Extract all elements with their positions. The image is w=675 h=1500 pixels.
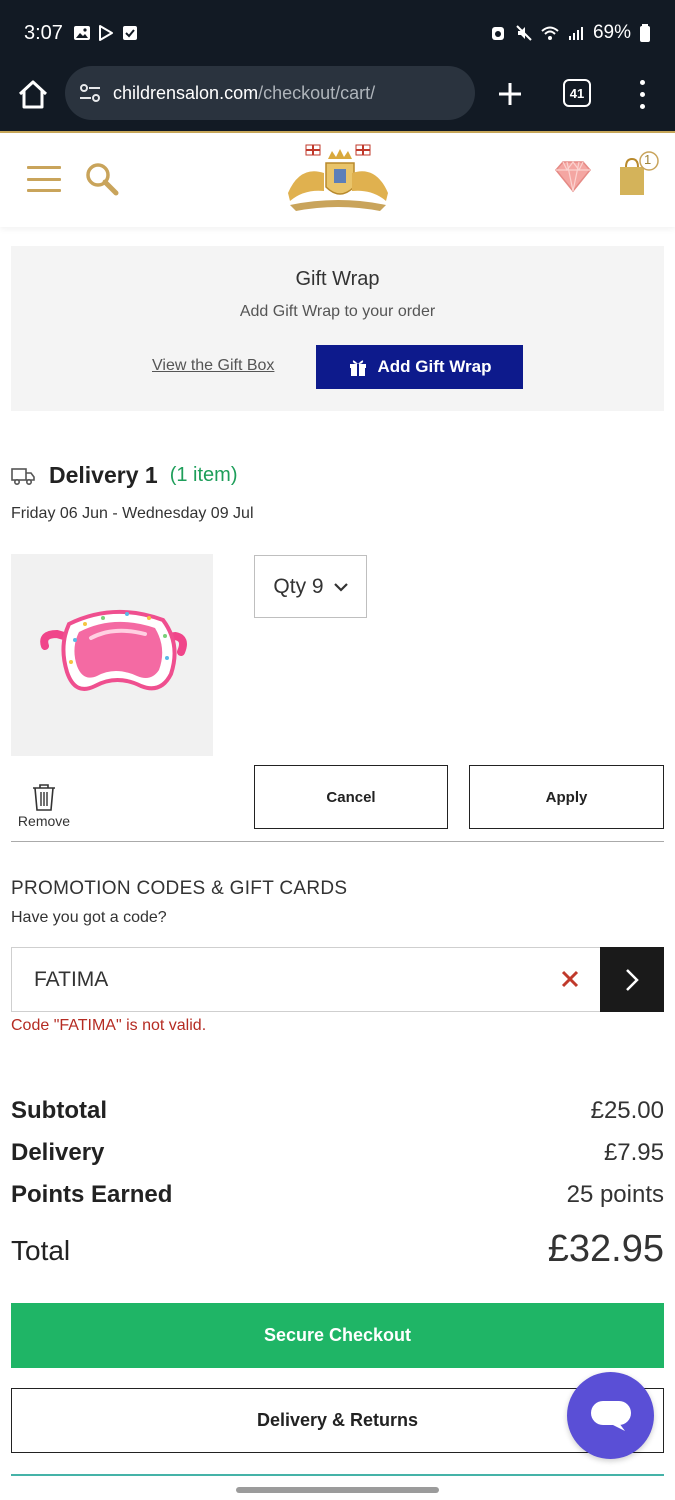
menu-icon[interactable] [27,166,61,192]
wifi-icon [541,26,559,40]
remove-label: Remove [17,813,71,829]
apply-button[interactable]: Apply [469,765,664,829]
signal-icon [568,27,583,40]
gallery-icon [73,26,90,40]
battery-icon [640,24,650,42]
bag-count-badge: 1 [644,152,652,167]
total-value: £32.95 [547,1228,664,1270]
product-image[interactable] [11,554,213,756]
subtotal-label: Subtotal [11,1097,107,1124]
promo-subtitle: Have you got a code? [11,909,167,926]
delivery-header: Delivery 1 (1 item) [11,462,238,489]
submit-code-button[interactable] [600,947,664,1012]
tab-switcher-button[interactable]: 41 [563,79,591,107]
url-path: /checkout/cart/ [258,82,376,103]
subtotal-value: £25.00 [590,1097,664,1124]
browser-toolbar: childrensalon.com/checkout/cart/ 41 [0,66,675,132]
cancel-button[interactable]: Cancel [254,765,448,829]
home-icon[interactable] [16,78,50,112]
quantity-select[interactable]: Qty 9 [254,555,367,618]
status-bar: 3:07 69% [0,0,675,66]
promo-title: PROMOTION CODES & GIFT CARDS [11,878,348,899]
chevron-down-icon [333,582,348,592]
alarm-icon [491,27,504,40]
view-gift-box-link[interactable]: View the Gift Box [152,357,274,375]
trash-icon [33,784,55,811]
address-bar[interactable]: childrensalon.com/checkout/cart/ [65,66,475,120]
points-label: Points Earned [11,1181,173,1208]
swim-goggles-image [40,610,187,691]
wishlist-diamond-icon[interactable] [554,159,592,193]
status-right: 69% [489,22,651,44]
play-store-icon [98,25,113,41]
quantity-label: Qty 9 [273,574,324,598]
delivery-dates: Friday 06 Jun - Wednesday 09 Jul [11,505,254,522]
remove-item-button[interactable]: Remove [12,783,76,831]
mute-icon [516,25,532,41]
section-divider [11,841,664,842]
chevron-right-icon [626,968,639,991]
brand-logo[interactable] [280,141,396,217]
gift-icon [349,360,366,376]
search-icon[interactable] [84,161,120,197]
delivery-label: Delivery [11,1139,105,1166]
shopping-bag-icon[interactable] [614,151,660,197]
checkbox-icon [122,26,137,40]
next-section-edge [11,1474,664,1476]
chat-bubble-icon [590,1400,631,1431]
gesture-bar[interactable] [236,1487,439,1493]
gift-wrap-subtitle: Add Gift Wrap to your order [239,303,436,320]
battery-percent: 69% [592,22,631,43]
site-header: 1 [0,133,675,227]
truck-icon [11,467,35,485]
delivery-value: £7.95 [603,1139,664,1166]
gift-wrap-panel: Gift Wrap Add Gift Wrap to your order Vi… [11,246,664,411]
add-gift-wrap-button[interactable]: Add Gift Wrap [316,345,523,389]
notification-icons [73,24,139,42]
delivery-item-count: (1 item) [169,464,238,486]
delivery-returns-button[interactable]: Delivery & Returns [11,1388,664,1453]
status-time: 3:07 [24,21,63,44]
url-host: childrensalon.com [113,82,259,103]
new-tab-icon[interactable] [494,78,526,110]
more-options-icon[interactable] [632,76,652,112]
delivery-title: Delivery 1 [49,462,158,488]
points-value: 25 points [566,1181,664,1208]
secure-checkout-button[interactable]: Secure Checkout [11,1303,664,1368]
promo-error-message: Code "FATIMA" is not valid. [11,1017,207,1034]
site-settings-icon[interactable] [77,80,103,106]
chat-button[interactable] [567,1372,654,1459]
gift-wrap-title: Gift Wrap [295,268,380,290]
clear-code-icon[interactable] [558,967,582,991]
add-gift-wrap-label: Add Gift Wrap [377,357,492,376]
promo-code-input[interactable]: FATIMA [11,947,600,1012]
total-label: Total [11,1235,71,1266]
